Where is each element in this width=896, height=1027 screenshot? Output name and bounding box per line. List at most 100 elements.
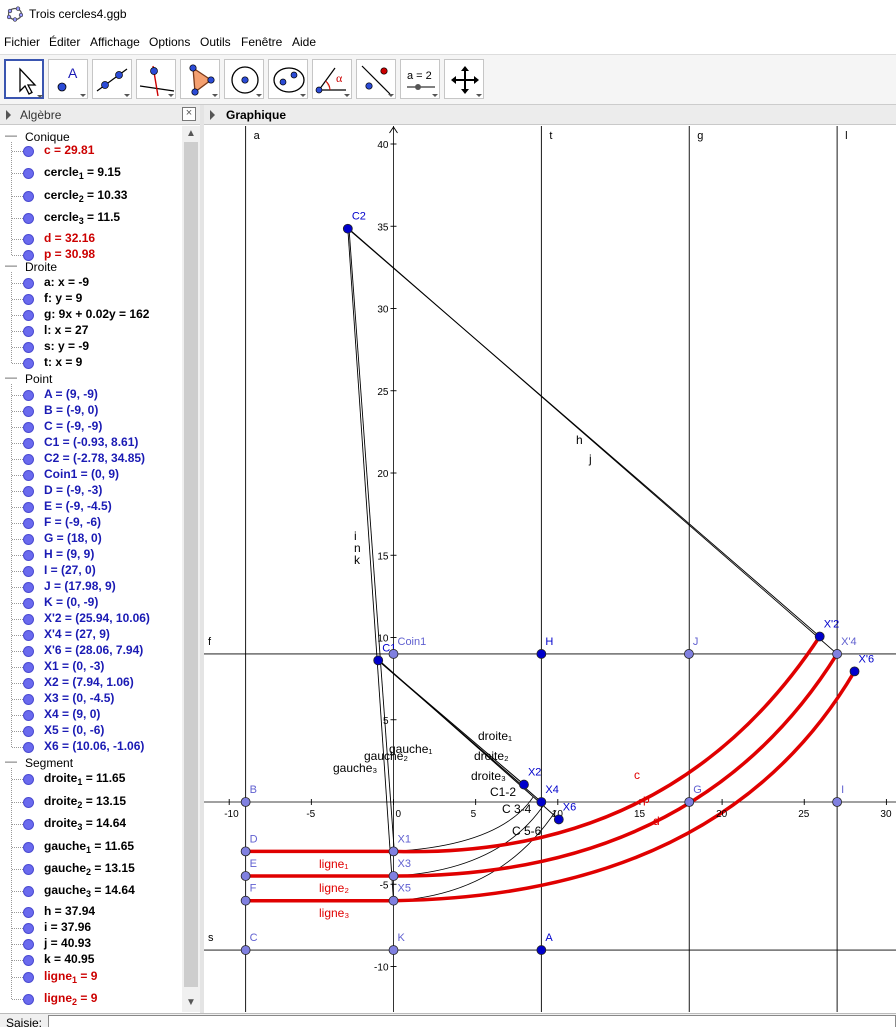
visibility-toggle-icon[interactable]: [23, 438, 34, 449]
point-J[interactable]: [684, 649, 694, 659]
polygon-tool-button[interactable]: [180, 59, 220, 99]
visibility-toggle-icon[interactable]: [23, 694, 34, 705]
visibility-toggle-icon[interactable]: [23, 939, 34, 950]
circle-tool-button[interactable]: [224, 59, 264, 99]
expand-triangle-icon[interactable]: [6, 110, 11, 120]
collapse-icon[interactable]: —: [5, 128, 17, 142]
visibility-toggle-icon[interactable]: [23, 486, 34, 497]
visibility-toggle-icon[interactable]: [23, 191, 34, 202]
visibility-toggle-icon[interactable]: [23, 518, 34, 529]
scrollbar-thumb[interactable]: [184, 142, 198, 987]
visibility-toggle-icon[interactable]: [23, 955, 34, 966]
point-C1[interactable]: [373, 655, 384, 666]
algebra-item[interactable]: droite1 = 11.65: [0, 769, 182, 789]
visibility-toggle-icon[interactable]: [23, 598, 34, 609]
point-X'4[interactable]: [832, 649, 843, 659]
menu-affichage[interactable]: Affichage: [90, 35, 140, 49]
point-E[interactable]: [240, 871, 251, 881]
point-X'6[interactable]: [849, 666, 860, 677]
visibility-toggle-icon[interactable]: [23, 678, 34, 689]
visibility-toggle-icon[interactable]: [23, 358, 34, 369]
point-F[interactable]: [240, 895, 251, 906]
visibility-toggle-icon[interactable]: [23, 406, 34, 417]
algebra-item[interactable]: droite3 = 14.64: [0, 814, 182, 834]
algebra-item[interactable]: gauche2 = 13.15: [0, 859, 182, 879]
point-X4[interactable]: [536, 797, 547, 807]
visibility-toggle-icon[interactable]: [23, 146, 34, 157]
menu-aide[interactable]: Aide: [292, 35, 316, 49]
visibility-toggle-icon[interactable]: [23, 864, 34, 875]
angle-tool-button[interactable]: α: [312, 59, 352, 99]
visibility-toggle-icon[interactable]: [23, 907, 34, 918]
expand-triangle-icon[interactable]: [210, 110, 215, 120]
visibility-toggle-icon[interactable]: [23, 454, 34, 465]
visibility-toggle-icon[interactable]: [23, 502, 34, 513]
point-I[interactable]: [832, 797, 843, 807]
collapse-icon[interactable]: —: [5, 754, 17, 768]
visibility-toggle-icon[interactable]: [23, 630, 34, 641]
visibility-toggle-icon[interactable]: [23, 662, 34, 673]
move-tool-button[interactable]: [4, 59, 44, 99]
algebra-item[interactable]: cercle3 = 11.5: [0, 208, 182, 228]
red-arc-d[interactable]: [393, 670, 857, 903]
visibility-toggle-icon[interactable]: [23, 550, 34, 561]
slider-tool-button[interactable]: a = 2: [400, 59, 440, 99]
algebra-scrollbar[interactable]: ▲ ▼: [182, 126, 200, 1012]
algebra-item[interactable]: c = 29.81: [0, 141, 182, 161]
point-G[interactable]: [684, 797, 695, 807]
visibility-toggle-icon[interactable]: [23, 534, 34, 545]
algebra-item[interactable]: gauche3 = 14.64: [0, 881, 182, 901]
visibility-toggle-icon[interactable]: [23, 234, 34, 245]
visibility-toggle-icon[interactable]: [23, 819, 34, 830]
visibility-toggle-icon[interactable]: [23, 797, 34, 808]
point-X3[interactable]: [388, 871, 399, 881]
reflect-tool-button[interactable]: [356, 59, 396, 99]
point-tool-button[interactable]: A: [48, 59, 88, 99]
point-B[interactable]: [240, 797, 251, 807]
visibility-toggle-icon[interactable]: [23, 972, 34, 983]
red-arc-c[interactable]: [393, 635, 822, 854]
point-X'2[interactable]: [814, 631, 825, 642]
algebra-item[interactable]: ligne2 = 9: [0, 989, 182, 1009]
visibility-toggle-icon[interactable]: [23, 342, 34, 353]
visibility-toggle-icon[interactable]: [23, 726, 34, 737]
segment-droite-3[interactable]: [379, 660, 560, 820]
algebra-item[interactable]: gauche1 = 11.65: [0, 837, 182, 857]
menu-fichier[interactable]: Fichier: [4, 35, 40, 49]
visibility-toggle-icon[interactable]: [23, 842, 34, 853]
visibility-toggle-icon[interactable]: [23, 742, 34, 753]
graphics-canvas[interactable]: -10 -5 0 5 10 15 20 25 30403530252015105-5-10 at…: [204, 126, 896, 1012]
conic-tool-button[interactable]: [268, 59, 308, 99]
algebra-item[interactable]: ligne1 = 9: [0, 967, 182, 987]
red-arc-p[interactable]: [393, 653, 839, 878]
visibility-toggle-icon[interactable]: [23, 470, 34, 481]
scroll-down-icon[interactable]: ▼: [186, 997, 196, 1008]
point-X1[interactable]: [388, 846, 399, 857]
visibility-toggle-icon[interactable]: [23, 390, 34, 401]
visibility-toggle-icon[interactable]: [23, 422, 34, 433]
visibility-toggle-icon[interactable]: [23, 278, 34, 289]
algebra-item[interactable]: t: x = 9: [0, 353, 182, 373]
visibility-toggle-icon[interactable]: [23, 213, 34, 224]
point-X6[interactable]: [553, 814, 564, 825]
algebra-item[interactable]: X6 = (10.06, -1.06): [0, 737, 182, 757]
move-view-tool-button[interactable]: [444, 59, 484, 99]
visibility-toggle-icon[interactable]: [23, 294, 34, 305]
collapse-icon[interactable]: —: [5, 258, 17, 272]
algebra-item[interactable]: cercle2 = 10.33: [0, 186, 182, 206]
visibility-toggle-icon[interactable]: [23, 923, 34, 934]
menu-outils[interactable]: Outils: [200, 35, 231, 49]
visibility-toggle-icon[interactable]: [23, 582, 34, 593]
point-X2[interactable]: [519, 779, 529, 790]
point-A[interactable]: [536, 945, 547, 955]
close-icon[interactable]: ×: [182, 107, 196, 121]
point-Coin1[interactable]: [388, 649, 399, 659]
algebra-item[interactable]: droite2 = 13.15: [0, 792, 182, 812]
visibility-toggle-icon[interactable]: [23, 886, 34, 897]
visibility-toggle-icon[interactable]: [23, 310, 34, 321]
visibility-toggle-icon[interactable]: [23, 774, 34, 785]
menu-options[interactable]: Options: [149, 35, 190, 49]
point-C[interactable]: [240, 945, 251, 955]
collapse-icon[interactable]: —: [5, 370, 17, 384]
input-field[interactable]: [48, 1015, 896, 1027]
